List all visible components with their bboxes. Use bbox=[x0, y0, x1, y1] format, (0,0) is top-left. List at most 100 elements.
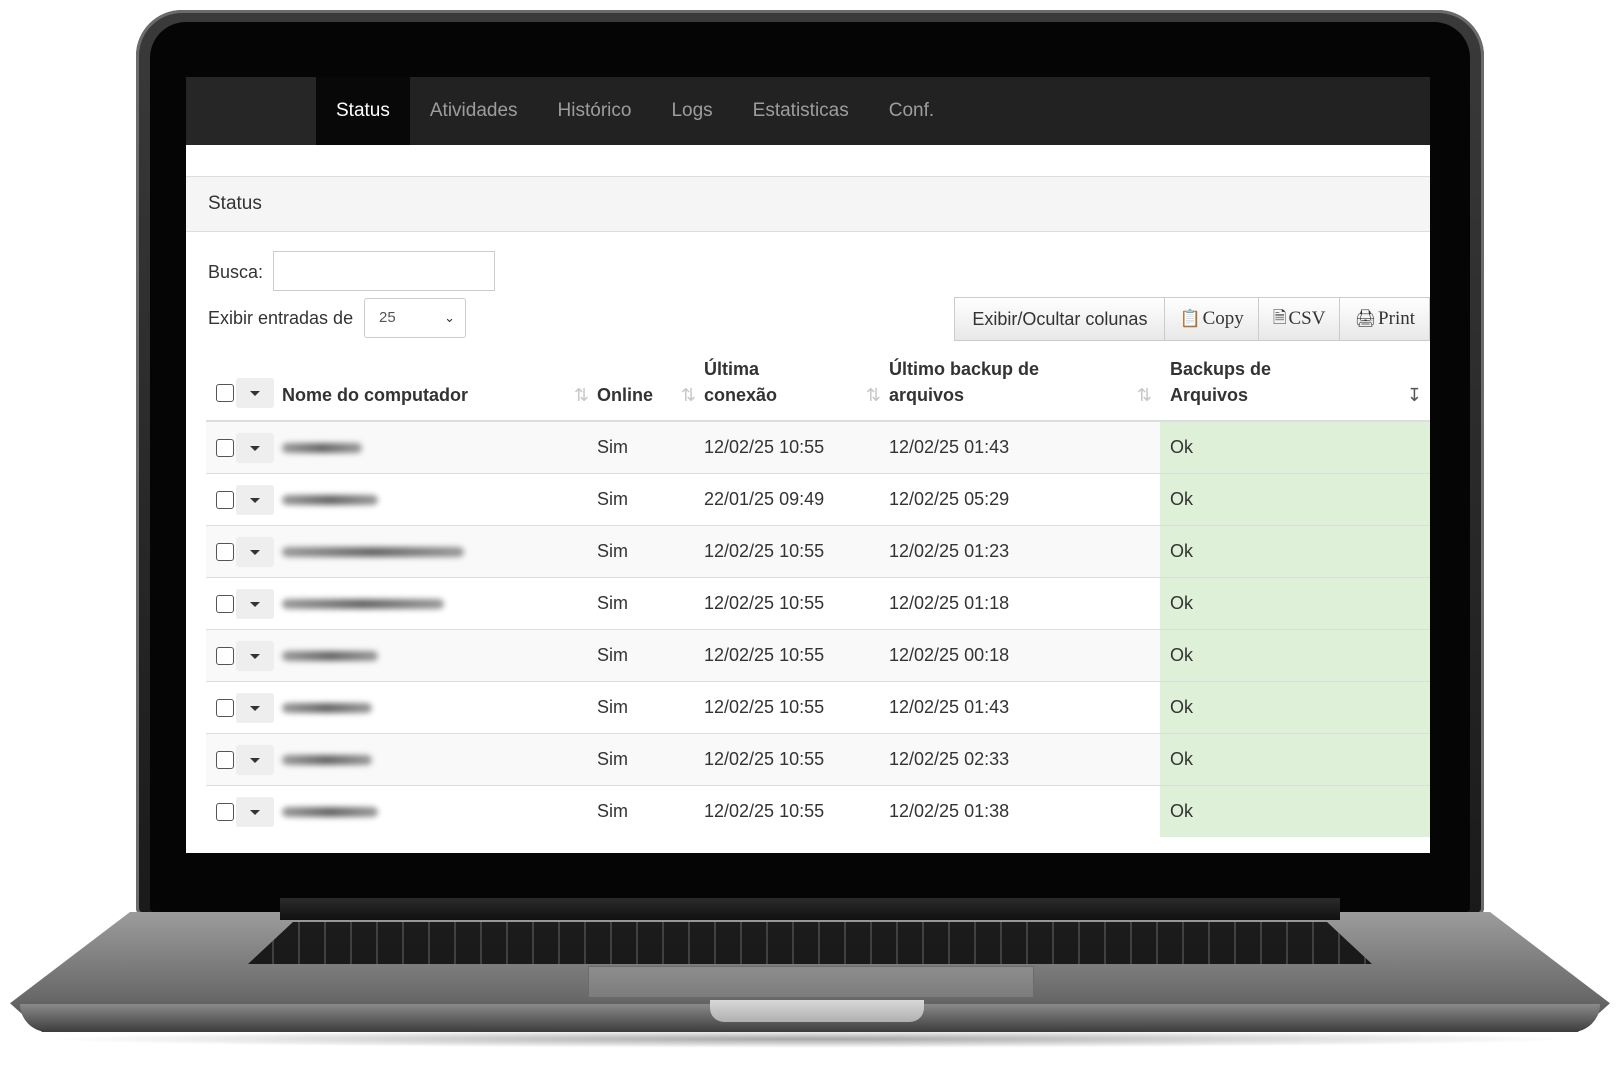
trackpad bbox=[588, 966, 1034, 997]
tab-conf[interactable]: Conf. bbox=[869, 77, 954, 145]
row-checkbox[interactable] bbox=[216, 802, 234, 821]
backup-status-cell: Ok bbox=[1160, 473, 1430, 526]
csv-button[interactable]: 🗎 CSV bbox=[1257, 297, 1341, 341]
select-all-header bbox=[206, 356, 282, 422]
header-file-backups-label: Backups de Arquivos bbox=[1170, 359, 1272, 405]
header-last-connection[interactable]: Última conexão ⇅ bbox=[704, 356, 889, 422]
online-cell: Sim bbox=[597, 525, 704, 578]
redacted-computer-name bbox=[282, 599, 444, 610]
header-computer-name-label: Nome do computador bbox=[282, 385, 469, 405]
tab-atividades[interactable]: Atividades bbox=[410, 77, 538, 145]
table-row[interactable]: Sim 12/02/25 10:55 12/02/25 01:38 Ok bbox=[206, 785, 1430, 837]
select-all-checkbox[interactable] bbox=[216, 384, 234, 402]
row-checkbox[interactable] bbox=[216, 438, 234, 457]
row-menu-caret-icon[interactable] bbox=[236, 588, 274, 619]
copy-icon: 📋 bbox=[1179, 309, 1201, 329]
backup-status-cell: Ok bbox=[1160, 681, 1430, 734]
entries-length-select[interactable]: 25 ⌄ bbox=[364, 298, 466, 338]
online-cell: Sim bbox=[597, 733, 704, 786]
table-controls: Busca: Exibir entradas de 25 ⌄ Exibir/Oc… bbox=[186, 232, 1430, 356]
online-cell: Sim bbox=[597, 577, 704, 630]
row-menu-caret-icon[interactable] bbox=[236, 744, 274, 775]
copy-label: Copy bbox=[1202, 308, 1244, 329]
backup-status-cell: Ok bbox=[1160, 420, 1430, 474]
tab-status[interactable]: Status bbox=[316, 77, 410, 145]
redacted-computer-name bbox=[282, 703, 372, 714]
table-header-row: Nome do computador ⇅ Online ⇅ Última con… bbox=[206, 356, 1430, 422]
row-checkbox[interactable] bbox=[216, 594, 234, 613]
table-row[interactable]: Sim 12/02/25 10:55 12/02/25 01:43 Ok bbox=[206, 420, 1430, 474]
row-checkbox[interactable] bbox=[216, 542, 234, 561]
backup-status-cell: Ok bbox=[1160, 525, 1430, 578]
table-row[interactable]: Sim 12/02/25 10:55 12/02/25 00:18 Ok bbox=[206, 629, 1430, 682]
sort-descending-icon[interactable]: ↧ bbox=[1407, 382, 1422, 408]
chevron-down-icon: ⌄ bbox=[444, 310, 455, 325]
computer-name-cell bbox=[282, 525, 597, 578]
entries-length-value: 25 bbox=[379, 309, 396, 326]
redacted-computer-name bbox=[282, 547, 464, 558]
header-online[interactable]: Online ⇅ bbox=[597, 356, 704, 422]
header-last-connection-label: Última conexão bbox=[704, 359, 778, 405]
computer-name-cell bbox=[282, 785, 597, 837]
last-backup-cell: 12/02/25 01:23 bbox=[889, 525, 1160, 578]
tab-logs[interactable]: Logs bbox=[651, 77, 732, 145]
panel-heading: Status bbox=[186, 176, 1430, 232]
keyboard bbox=[248, 922, 1372, 964]
row-select-cell bbox=[206, 420, 282, 474]
backup-status-cell: Ok bbox=[1160, 785, 1430, 837]
status-table: Nome do computador ⇅ Online ⇅ Última con… bbox=[206, 356, 1430, 837]
computer-name-cell bbox=[282, 733, 597, 786]
header-last-backup[interactable]: Último backup de arquivos ⇅ bbox=[889, 356, 1160, 422]
redacted-computer-name bbox=[282, 443, 362, 454]
last-connection-cell: 12/02/25 10:55 bbox=[704, 733, 889, 786]
table-body: Sim 12/02/25 10:55 12/02/25 01:43 Ok Sim 22/0… bbox=[206, 420, 1430, 837]
computer-name-cell bbox=[282, 420, 597, 474]
laptop-shadow bbox=[40, 1030, 1580, 1048]
copy-button[interactable]: 📋 Copy bbox=[1164, 297, 1259, 341]
last-connection-cell: 12/02/25 10:55 bbox=[704, 577, 889, 630]
entries-length-label: Exibir entradas de bbox=[208, 308, 354, 328]
tab-estatisticas[interactable]: Estatisticas bbox=[733, 77, 869, 145]
table-row[interactable]: Sim 12/02/25 10:55 12/02/25 02:33 Ok bbox=[206, 733, 1430, 786]
last-backup-cell: 12/02/25 02:33 bbox=[889, 733, 1160, 786]
row-menu-caret-icon[interactable] bbox=[236, 692, 274, 723]
column-visibility-button[interactable]: Exibir/Ocultar colunas bbox=[954, 297, 1166, 341]
header-computer-name[interactable]: Nome do computador ⇅ bbox=[282, 356, 597, 422]
row-checkbox[interactable] bbox=[216, 750, 234, 769]
search-input[interactable] bbox=[273, 251, 495, 291]
search-label: Busca: bbox=[208, 262, 264, 282]
row-checkbox[interactable] bbox=[216, 698, 234, 717]
brand-logo[interactable] bbox=[186, 77, 316, 145]
row-checkbox[interactable] bbox=[216, 646, 234, 665]
computer-name-cell bbox=[282, 629, 597, 682]
row-select-cell bbox=[206, 785, 282, 837]
table-row[interactable]: Sim 12/02/25 10:55 12/02/25 01:18 Ok bbox=[206, 577, 1430, 630]
sort-icon[interactable]: ⇅ bbox=[681, 382, 696, 408]
print-button[interactable]: 🖨 Print bbox=[1339, 297, 1430, 341]
laptop-hinge bbox=[280, 898, 1340, 920]
last-connection-cell: 22/01/25 09:49 bbox=[704, 473, 889, 526]
table-row[interactable]: Sim 12/02/25 10:55 12/02/25 01:23 Ok bbox=[206, 525, 1430, 578]
row-menu-caret-icon[interactable] bbox=[236, 484, 274, 515]
select-menu-caret-icon[interactable] bbox=[236, 378, 274, 408]
row-menu-caret-icon[interactable] bbox=[236, 796, 274, 827]
row-menu-caret-icon[interactable] bbox=[236, 640, 274, 671]
table-row[interactable]: Sim 12/02/25 10:55 12/02/25 01:43 Ok bbox=[206, 681, 1430, 734]
online-cell: Sim bbox=[597, 473, 704, 526]
redacted-computer-name bbox=[282, 495, 378, 506]
online-cell: Sim bbox=[597, 785, 704, 837]
table-row[interactable]: Sim 22/01/25 09:49 12/02/25 05:29 Ok bbox=[206, 473, 1430, 526]
tab-historico[interactable]: Histórico bbox=[538, 77, 652, 145]
row-select-cell bbox=[206, 473, 282, 526]
header-file-backups[interactable]: Backups de Arquivos ↧ bbox=[1160, 356, 1430, 422]
row-menu-caret-icon[interactable] bbox=[236, 432, 274, 463]
sort-icon[interactable]: ⇅ bbox=[866, 382, 881, 408]
row-menu-caret-icon[interactable] bbox=[236, 536, 274, 567]
print-label: Print bbox=[1378, 308, 1415, 329]
sort-icon[interactable]: ⇅ bbox=[574, 382, 589, 408]
sort-icon[interactable]: ⇅ bbox=[1137, 382, 1152, 408]
computer-name-cell bbox=[282, 577, 597, 630]
row-checkbox[interactable] bbox=[216, 490, 234, 509]
last-connection-cell: 12/02/25 10:55 bbox=[704, 681, 889, 734]
computer-name-cell bbox=[282, 681, 597, 734]
